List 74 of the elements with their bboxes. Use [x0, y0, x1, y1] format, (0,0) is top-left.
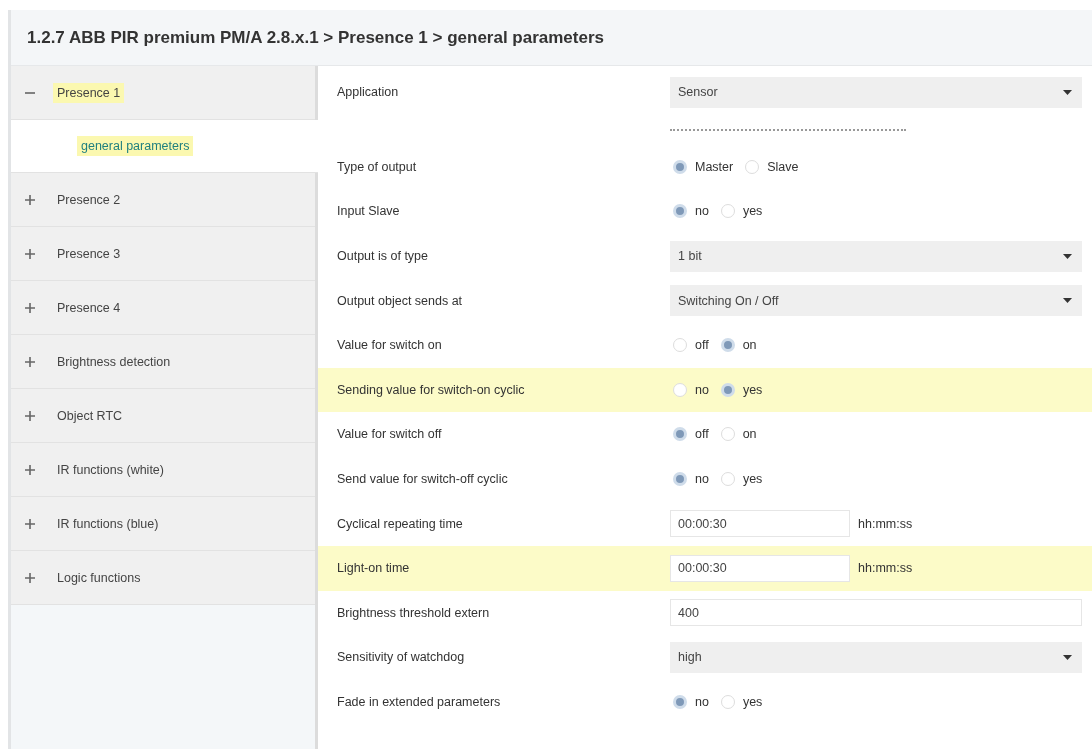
expand-icon[interactable] — [25, 518, 35, 529]
dropdown[interactable]: Switching On / Off — [670, 285, 1082, 317]
radio-option[interactable]: no — [670, 202, 712, 221]
expand-icon[interactable] — [25, 248, 35, 259]
input-field[interactable]: 400 — [670, 599, 1082, 627]
parameter-label: Light-on time — [337, 561, 411, 576]
caret-icon — [1063, 89, 1072, 95]
radio-icon[interactable] — [720, 472, 735, 487]
parameter-label: Output is of type — [337, 249, 430, 264]
expand-icon[interactable] — [25, 410, 35, 421]
parameter-label: Fade in extended parameters — [337, 695, 502, 709]
dropdown[interactable]: Sensor — [670, 76, 1082, 108]
radio-icon[interactable] — [720, 382, 735, 397]
radio-option[interactable]: on — [717, 425, 760, 444]
parameter-label: Type of output — [337, 159, 418, 174]
parameter-label: Application — [337, 85, 400, 100]
dropdown[interactable]: 1 bit — [670, 240, 1082, 272]
radio-icon[interactable] — [745, 159, 760, 174]
expand-icon[interactable] — [25, 194, 35, 205]
radio-icon[interactable] — [673, 427, 687, 442]
sidebar-item[interactable]: general parameters — [11, 120, 318, 173]
radio-option[interactable]: no — [670, 693, 712, 711]
parameter-label: Value for switch off — [337, 427, 443, 442]
window-title: 1.2.7 ABB PIR premium PM/A 2.8.x.1 > Presence 1 > general parameters — [27, 27, 604, 48]
sidebar-item[interactable]: IR functions (white) — [11, 443, 315, 497]
time-field[interactable]: 00:00:30 — [670, 554, 850, 582]
parameter-label: Send value for switch-off cyclic — [337, 472, 509, 487]
radio-option[interactable]: no — [670, 470, 712, 489]
sidebar-item[interactable]: Presence 2 — [11, 173, 315, 227]
radio-icon[interactable] — [720, 338, 735, 353]
radio-icon[interactable] — [673, 472, 687, 487]
caret-icon — [1063, 654, 1072, 660]
parameter-label: Output object sends at — [337, 293, 464, 308]
radio-option[interactable]: yes — [717, 693, 766, 711]
radio-option[interactable]: no — [670, 380, 712, 399]
sidebar-item[interactable]: Object RTC — [11, 389, 315, 443]
sidebar-item[interactable]: Logic functions — [11, 551, 315, 605]
radio-option[interactable]: on — [717, 336, 760, 355]
expand-icon[interactable] — [25, 356, 35, 367]
radio-option[interactable]: yes — [717, 380, 766, 399]
parameter-label: Input Slave — [337, 204, 401, 219]
radio-option[interactable]: off — [670, 425, 712, 444]
unit-label: hh:mm:ss — [858, 516, 913, 531]
parameter-label: Brightness threshold extern — [337, 605, 491, 620]
sidebar-item[interactable]: Brightness detection — [11, 335, 315, 389]
sidebar-item[interactable]: Presence 4 — [11, 281, 315, 335]
radio-icon[interactable] — [720, 695, 735, 709]
radio-icon[interactable] — [673, 204, 687, 219]
expand-icon[interactable] — [25, 464, 35, 475]
sidebar-item[interactable]: Presence 1 — [11, 66, 315, 120]
sidebar-item[interactable]: Presence 3 — [11, 227, 315, 281]
radio-icon[interactable] — [673, 695, 687, 709]
expand-icon[interactable] — [25, 572, 35, 583]
parameter-label: Cyclical repeating time — [337, 516, 464, 531]
parameter-label: Value for switch on — [337, 338, 443, 353]
unit-label: hh:mm:ss — [858, 561, 913, 576]
radio-option[interactable]: off — [670, 336, 712, 355]
sidebar-item[interactable]: IR functions (blue) — [11, 497, 315, 551]
radio-option[interactable]: Slave — [742, 157, 802, 176]
caret-icon — [1063, 253, 1072, 259]
radio-icon[interactable] — [673, 338, 687, 353]
dropdown[interactable]: high — [670, 641, 1082, 673]
radio-icon[interactable] — [720, 427, 735, 442]
radio-icon[interactable] — [673, 382, 687, 397]
parameter-label: Sensitivity of watchdog — [337, 650, 466, 665]
caret-icon — [1063, 298, 1072, 304]
radio-option[interactable]: yes — [717, 202, 766, 221]
radio-option[interactable]: yes — [717, 470, 766, 489]
radio-option[interactable]: Master — [670, 157, 737, 176]
time-field[interactable]: 00:00:30 — [670, 510, 850, 538]
radio-icon[interactable] — [673, 159, 687, 174]
parameter-label: Sending value for switch-on cyclic — [337, 382, 526, 397]
expand-icon[interactable] — [25, 302, 35, 313]
radio-icon[interactable] — [720, 204, 735, 219]
